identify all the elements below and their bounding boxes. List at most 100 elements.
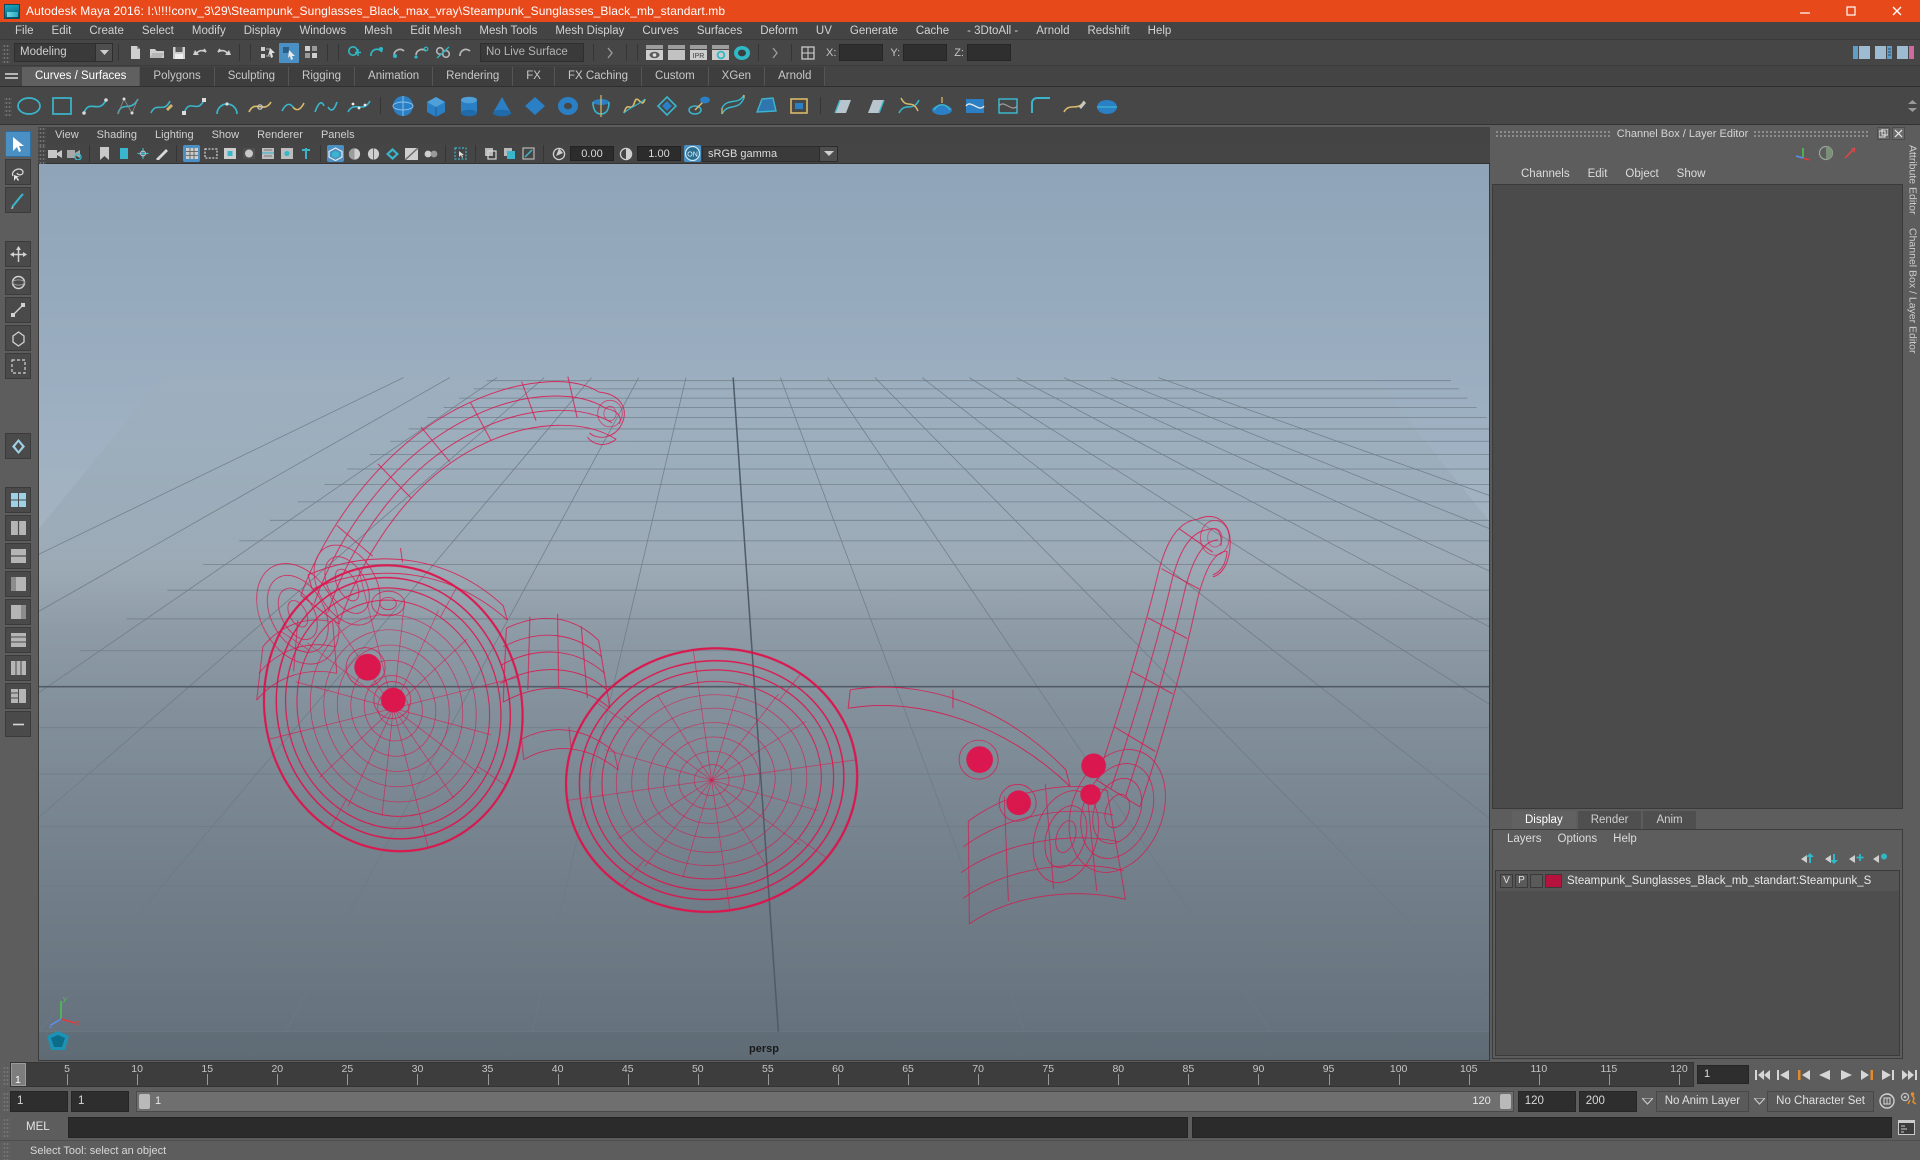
show-grid-icon[interactable] [183, 145, 200, 162]
two-d-pan-zoom-icon[interactable] [134, 145, 151, 162]
menu-deform[interactable]: Deform [751, 22, 807, 40]
bezier-curve-tool-icon[interactable] [178, 90, 209, 121]
motion-blur-icon[interactable] [365, 145, 382, 162]
viewport-menu-view[interactable]: View [46, 127, 88, 144]
nurbs-circle-icon[interactable] [13, 90, 44, 121]
y-field[interactable] [903, 44, 948, 61]
time-slider[interactable]: 1 5 10 15 20 25 30 35 40 45 50 55 60 65 70 75 80 85 90 95 1… [10, 1062, 1694, 1087]
project-curve-on-surface-icon[interactable] [926, 90, 957, 121]
paint-select-tool-button[interactable] [5, 187, 31, 213]
open-render-view-chevron-icon[interactable] [600, 43, 620, 63]
play-forwards-icon[interactable] [1837, 1065, 1856, 1084]
view-layout-four-button[interactable] [5, 515, 31, 541]
z-field[interactable] [966, 44, 1011, 61]
menu-mesh[interactable]: Mesh [355, 22, 401, 40]
ipr-render-icon[interactable]: IPR [688, 43, 708, 63]
color-management-field[interactable]: sRGB gamma [702, 145, 820, 162]
extrude-icon[interactable] [684, 90, 715, 121]
grease-pencil-icon[interactable] [153, 145, 170, 162]
channel-box-menu-object[interactable]: Object [1616, 168, 1667, 180]
exposure-icon[interactable] [550, 145, 567, 162]
shelf-tab-polygons[interactable]: Polygons [140, 67, 215, 86]
curve-editing-tool-icon[interactable] [244, 90, 275, 121]
square-surface-icon[interactable] [783, 90, 814, 121]
detach-curves-icon[interactable] [310, 90, 341, 121]
move-tool-button[interactable] [5, 241, 31, 267]
layer-menu-help[interactable]: Help [1605, 833, 1645, 845]
save-scene-icon[interactable] [169, 43, 189, 63]
layer-tab-render[interactable]: Render [1577, 811, 1642, 829]
menu-uv[interactable]: UV [807, 22, 841, 40]
viewport-menu-show[interactable]: Show [203, 127, 249, 144]
make-live-icon[interactable] [455, 43, 475, 63]
tab-channel-box-layer-editor[interactable]: Channel Box / Layer Editor [1907, 228, 1919, 354]
menu-modify[interactable]: Modify [183, 22, 235, 40]
menu-curves[interactable]: Curves [633, 22, 687, 40]
select-tool-button[interactable] [5, 131, 31, 157]
color-management-chevron-down-icon[interactable] [820, 145, 838, 162]
layer-color-swatch[interactable] [1545, 874, 1562, 888]
view-layout-split-button[interactable] [5, 543, 31, 569]
gamma-icon[interactable] [617, 145, 634, 162]
select-by-object-type-icon[interactable] [279, 42, 299, 63]
command-line-grip[interactable] [2, 1117, 10, 1137]
planar-surface-icon[interactable] [651, 90, 682, 121]
channel-box-menu-show[interactable]: Show [1668, 168, 1715, 180]
wireframe-shaded-icon[interactable] [240, 145, 257, 162]
menu-arnold[interactable]: Arnold [1027, 22, 1078, 40]
command-output[interactable] [1192, 1116, 1892, 1138]
universal-manipulator-button[interactable] [5, 325, 31, 351]
view-layout-extra-3-button[interactable] [5, 683, 31, 709]
snap-to-projected-center-icon[interactable] [411, 43, 431, 63]
show-hide-attribute-editor-icon[interactable] [1873, 43, 1893, 63]
textured-mode-icon[interactable] [278, 145, 295, 162]
view-layout-more-button[interactable] [5, 711, 31, 737]
menu-mesh-tools[interactable]: Mesh Tools [470, 22, 546, 40]
shaded-mode-icon[interactable] [259, 145, 276, 162]
viewport-toolbar-grip[interactable] [38, 143, 46, 164]
toolbar-grip[interactable] [2, 42, 10, 63]
loft-icon[interactable] [618, 90, 649, 121]
x-field[interactable] [839, 44, 884, 61]
menuset-chevron-down-icon[interactable] [96, 43, 113, 62]
channel-box-menu-channels[interactable]: Channels [1512, 168, 1579, 180]
show-hide-channel-box-icon[interactable] [1895, 43, 1915, 63]
shelf-tab-animation[interactable]: Animation [355, 67, 434, 86]
menu-cache[interactable]: Cache [907, 22, 958, 40]
rotate-tool-button[interactable] [5, 269, 31, 295]
shelf-tab-arnold[interactable]: Arnold [765, 67, 826, 86]
go-to-start-icon[interactable] [1753, 1065, 1772, 1084]
view-layout-extra-1-button[interactable] [5, 627, 31, 653]
minimize-icon[interactable] [1782, 0, 1828, 22]
select-by-component-type-icon[interactable] [301, 43, 321, 63]
xray-display-icon[interactable] [482, 145, 499, 162]
shelf-tab-fx-caching[interactable]: FX Caching [554, 67, 643, 86]
viewport-menu-lighting[interactable]: Lighting [146, 127, 203, 144]
range-bar[interactable]: 1 120 [136, 1090, 1514, 1112]
arc-tools-icon[interactable] [211, 90, 242, 121]
range-end-handle[interactable] [1499, 1093, 1511, 1109]
manipulator-axis-icon[interactable] [1793, 147, 1813, 161]
step-forward-key-icon[interactable] [1879, 1065, 1898, 1084]
show-hide-modeling-toolkit-icon[interactable] [1851, 43, 1871, 63]
view-layout-single-button[interactable] [5, 487, 31, 513]
layer-playback-toggle[interactable]: P [1515, 874, 1528, 888]
animation-preferences-icon[interactable] [1898, 1090, 1920, 1112]
menu-windows[interactable]: Windows [290, 22, 355, 40]
menu-3dtoall[interactable]: - 3DtoAll - [958, 22, 1027, 40]
menuset-selector[interactable]: Modeling [14, 43, 96, 62]
rebuild-curve-icon[interactable] [343, 90, 374, 121]
move-layer-down-icon[interactable] [1822, 852, 1844, 865]
bevel-plus-icon[interactable] [860, 90, 891, 121]
viewport-3d[interactable]: persp y x z [38, 164, 1490, 1061]
new-layer-from-selected-icon[interactable] [1870, 852, 1892, 865]
viewport-menu-renderer[interactable]: Renderer [248, 127, 312, 144]
menu-redshift[interactable]: Redshift [1078, 22, 1138, 40]
open-scene-icon[interactable] [147, 43, 167, 63]
cv-curve-tool-icon[interactable] [112, 90, 143, 121]
move-layer-up-icon[interactable] [1798, 852, 1820, 865]
channel-box-menu-edit[interactable]: Edit [1579, 168, 1617, 180]
list-item[interactable]: V P Steampunk_Sunglasses_Black_mb_standa… [1496, 871, 1899, 891]
playback-start-time-field[interactable]: 1 [71, 1090, 129, 1112]
shelf-scroll-icon[interactable] [1904, 89, 1920, 123]
